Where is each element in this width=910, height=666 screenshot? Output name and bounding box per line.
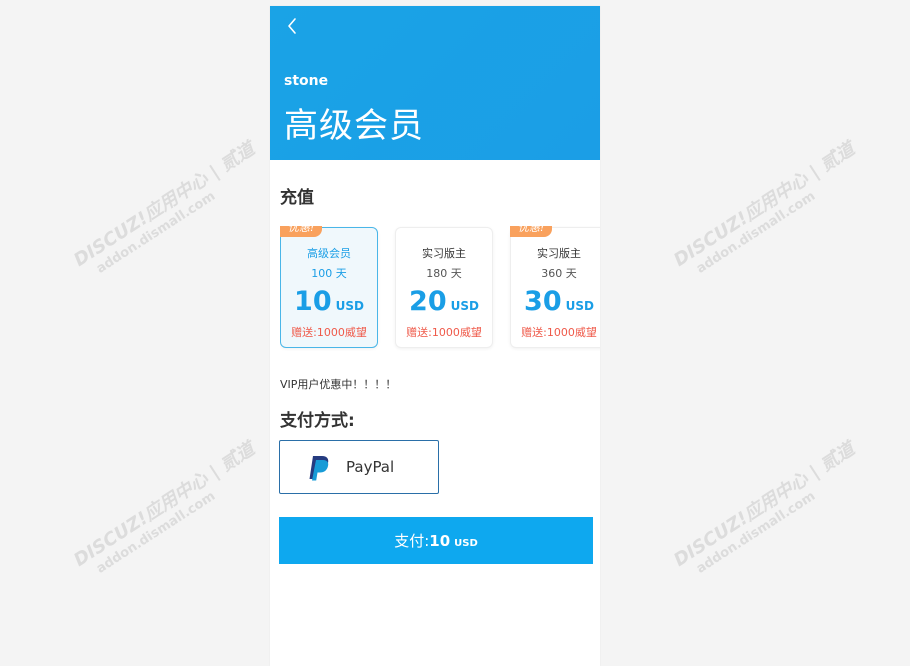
recharge-section-title: 充值 xyxy=(280,188,314,208)
watermark: DISCUZ!应用中心 | 贰道 addon.dismall.com xyxy=(668,135,867,284)
watermark-brand: DISCUZ!应用中心 | 贰道 xyxy=(670,138,859,271)
plan-name: 高级会员 xyxy=(307,247,351,260)
plan-card[interactable]: 优惠! 高级会员 100 天 10 USD 赠送:1000威望 xyxy=(280,226,378,348)
plan-price-currency: USD xyxy=(565,299,594,313)
plan-price: 10 USD xyxy=(281,286,377,317)
watermark: DISCUZ!应用中心 | 贰道 addon.dismall.com xyxy=(68,435,267,584)
plan-bonus: 赠送:1000威望 xyxy=(291,326,367,339)
paypal-icon xyxy=(309,456,329,481)
watermark-url: addon.dismall.com xyxy=(93,488,219,577)
watermark-brand: DISCUZ!应用中心 | 贰道 xyxy=(70,138,259,271)
watermark: DISCUZ!应用中心 | 贰道 addon.dismall.com xyxy=(68,135,267,284)
payment-section-title: 支付方式: xyxy=(280,411,355,431)
page-title: 高级会员 xyxy=(284,106,424,146)
header-banner: stone 高级会员 xyxy=(270,6,600,160)
watermark-url: addon.dismall.com xyxy=(693,488,819,577)
paypal-option[interactable]: PayPal xyxy=(279,440,439,494)
plan-card[interactable]: 优惠! 实习版主 360 天 30 USD 赠送:1000威望 xyxy=(510,226,600,348)
watermark-brand: DISCUZ!应用中心 | 贰道 xyxy=(70,438,259,571)
vip-note: VIP用户优惠中！！！！ xyxy=(280,378,397,391)
paypal-label: PayPal xyxy=(346,458,395,476)
plan-duration: 360 天 xyxy=(541,267,577,280)
watermark-url: addon.dismall.com xyxy=(693,188,819,277)
plan-price-currency: USD xyxy=(335,299,364,313)
discount-badge: 优惠! xyxy=(280,226,323,237)
watermark-brand: DISCUZ!应用中心 | 贰道 xyxy=(670,438,859,571)
chevron-left-icon xyxy=(288,18,296,34)
pay-button[interactable]: 支付:10 USD xyxy=(279,517,593,564)
plan-price-currency: USD xyxy=(450,299,479,313)
plan-price: 20 USD xyxy=(396,286,492,317)
plan-price-amount: 30 xyxy=(524,286,562,317)
pay-button-label: 支付: xyxy=(394,532,430,550)
watermark: DISCUZ!应用中心 | 贰道 addon.dismall.com xyxy=(668,435,867,584)
plan-bonus: 赠送:1000威望 xyxy=(521,326,597,339)
pay-button-amount: 10 xyxy=(429,532,451,550)
discount-badge: 优惠! xyxy=(510,226,553,237)
username: stone xyxy=(284,73,329,89)
plan-duration: 100 天 xyxy=(311,267,347,280)
plan-price: 30 USD xyxy=(511,286,600,317)
plan-bonus: 赠送:1000威望 xyxy=(406,326,482,339)
back-button[interactable] xyxy=(284,16,300,36)
plan-price-amount: 10 xyxy=(294,286,332,317)
pay-button-currency: USD xyxy=(454,538,478,549)
plan-name: 实习版主 xyxy=(422,247,466,260)
plan-card[interactable]: 实习版主 180 天 20 USD 赠送:1000威望 xyxy=(395,227,493,348)
mobile-page: stone 高级会员 充值 优惠! 高级会员 100 天 10 USD 赠送:10… xyxy=(270,6,600,666)
plan-price-amount: 20 xyxy=(409,286,447,317)
plan-list[interactable]: 优惠! 高级会员 100 天 10 USD 赠送:1000威望 实习版主 180 … xyxy=(280,226,600,351)
watermark-url: addon.dismall.com xyxy=(93,188,219,277)
plan-name: 实习版主 xyxy=(537,247,581,260)
plan-duration: 180 天 xyxy=(426,267,462,280)
